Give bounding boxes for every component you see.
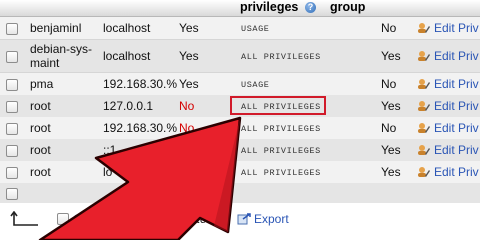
edit-privileges-icon [417,100,431,112]
password-cell: Yes [179,77,199,91]
row-checkbox[interactable] [6,23,18,35]
table-row: debian-sys- maint localhost Yes ALL PRIV… [0,40,480,73]
table-row: pma 192.168.30.% Yes USAGE No Edit Priv [0,73,480,96]
edit-privileges-link[interactable]: Edit Priv [417,121,479,135]
host-cell: localhost [103,21,151,35]
row-checkbox[interactable] [6,145,18,157]
export-icon [237,213,251,225]
host-cell: localhost [103,49,151,63]
password-cell: Yes [179,49,199,63]
export-label: Export [254,212,289,226]
host-cell: 192.168.30.% [103,77,178,91]
privileges-cell: ALL PRIVILEGES [241,52,321,62]
edit-privileges-label: Edit Priv [434,99,479,113]
grant-cell: No [381,121,397,135]
edit-privileges-icon [417,22,431,34]
table-footer: Ch ected: Export [0,203,480,240]
user-cell: root [30,121,51,135]
edit-privileges-link[interactable]: Edit Priv [417,21,479,35]
edit-privileges-icon [417,166,431,178]
row-checkbox[interactable] [6,51,18,63]
user-cell: root [30,143,51,157]
row-checkbox[interactable] [6,123,18,135]
edit-privileges-link[interactable]: Edit Priv [417,77,479,91]
host-cell: 127.0.0.1 [103,99,154,113]
grant-cell: Yes [381,99,401,113]
edit-privileges-link[interactable]: Edit Priv [417,165,479,179]
host-cell: lo [103,165,113,179]
table-row: root 192.168.30.% No ALL PRIVILEGES No E… [0,117,480,140]
check-all-link[interactable]: Ch [73,212,88,226]
grant-cell: Yes [381,49,401,63]
row-checkbox[interactable] [6,188,18,200]
help-icon[interactable]: ? [305,2,316,13]
edit-privileges-link[interactable]: Edit Priv [417,143,479,157]
edit-privileges-icon [417,50,431,62]
user-cell: root [30,99,51,113]
host-cell: ::1 [103,143,117,157]
edit-privileges-link[interactable]: Edit Priv [417,49,479,63]
check-all-checkbox[interactable] [57,213,69,225]
table-row: benjaminl localhost Yes USAGE No Edit Pr… [0,17,480,40]
user-cell: debian-sys- maint [30,42,93,70]
password-cell: No [179,121,195,135]
host-cell: 192.168.30.% [103,121,178,135]
user-cell: root [30,165,51,179]
edit-privileges-label: Edit Priv [434,121,479,135]
row-checkbox[interactable] [6,79,18,91]
privileges-cell: ALL PRIVILEGES [241,146,321,156]
table-row [0,183,480,204]
edit-privileges-label: Edit Priv [434,49,479,63]
highlight-box [230,96,326,115]
edit-privileges-link[interactable]: Edit Priv [417,99,479,113]
edit-privileges-icon [417,78,431,90]
password-cell: Yes [179,21,199,35]
edit-privileges-icon [417,144,431,156]
edit-privileges-label: Edit Priv [434,21,479,35]
edit-privileges-label: Edit Priv [434,143,479,157]
privileges-cell: ALL PRIVILEGES [241,168,321,178]
user-accounts-table: privileges ? group benjaminl localhost Y… [0,0,480,240]
privileges-cell: ALL PRIVILEGES [241,124,321,134]
privileges-column-header[interactable]: privileges [240,0,298,14]
row-checkbox[interactable] [6,101,18,113]
user-cell: benjaminl [30,21,82,35]
privileges-cell: USAGE [241,24,270,34]
grant-cell: Yes [381,143,401,157]
table-header: privileges ? group [0,0,480,17]
edit-privileges-label: Edit Priv [434,77,479,91]
grant-cell: Yes [381,165,401,179]
check-all-arrow-icon [10,210,40,234]
password-cell: No [179,99,195,113]
row-checkbox[interactable] [6,167,18,179]
privileges-cell: USAGE [241,80,270,90]
with-selected-label: ected: [184,212,217,226]
edit-privileges-icon [417,122,431,134]
edit-privileges-label: Edit Priv [434,165,479,179]
table-row: root lo ALL PRIVILEGES Yes Edit Priv [0,161,480,184]
grant-cell: No [381,77,397,91]
export-link[interactable]: Export [237,212,289,226]
grant-cell: No [381,21,397,35]
table-row: root ::1 ALL PRIVILEGES Yes Edit Priv [0,139,480,162]
user-cell: pma [30,77,54,91]
group-column-header[interactable]: group [330,0,365,14]
